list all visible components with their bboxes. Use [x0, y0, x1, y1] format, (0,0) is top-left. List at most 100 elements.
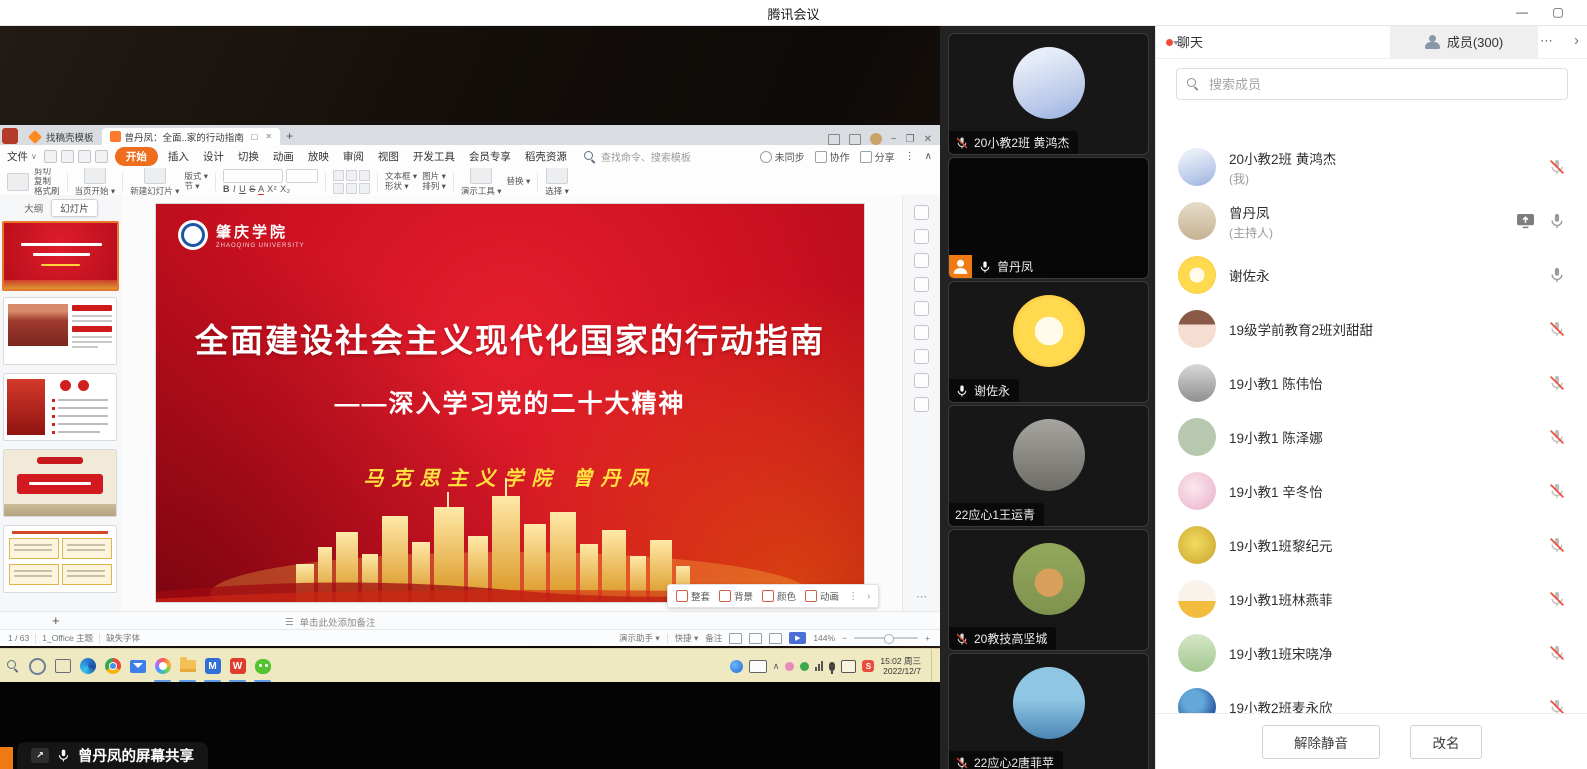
print-icon[interactable]	[61, 150, 74, 163]
present-assistant-button[interactable]: 演示助手 ▾	[619, 632, 660, 644]
panel-more-icon[interactable]: ⋯	[1540, 33, 1553, 49]
ribbon-tab-design[interactable]: 设计	[196, 147, 231, 166]
notes-placeholder[interactable]: ☰ 单击此处添加备注	[285, 615, 376, 629]
slide-thumb-1[interactable]	[2, 221, 119, 291]
mic-muted-icon[interactable]	[1548, 590, 1566, 608]
sidebar-tool-icon[interactable]	[914, 301, 929, 316]
tray-app-icon[interactable]	[800, 662, 809, 671]
member-search-box[interactable]	[1176, 68, 1568, 100]
mic-on-icon[interactable]	[1548, 212, 1566, 230]
taskbar-search-button[interactable]	[0, 649, 25, 683]
align-buttons[interactable]	[333, 170, 370, 194]
member-row[interactable]: 19小教1 辛冬怡	[1156, 464, 1587, 518]
tray-meeting-icon[interactable]	[730, 660, 743, 673]
tab-restore-icon[interactable]: ▢	[251, 132, 259, 141]
read-view-icon[interactable]	[769, 633, 782, 644]
search-input[interactable]	[1207, 76, 1557, 93]
select-button[interactable]: 选择 ▾	[545, 168, 569, 196]
mic-muted-icon[interactable]	[1548, 158, 1566, 176]
zoom-level[interactable]: 144%	[813, 633, 835, 643]
wechat-icon[interactable]	[250, 649, 275, 683]
font-format-buttons[interactable]: B I U S A X² X₂	[223, 184, 318, 194]
member-row[interactable]: 19小教1 陈伟怡	[1156, 356, 1587, 410]
pane-tab-outline[interactable]: 大纲	[24, 201, 43, 215]
mic-on-icon[interactable]	[1548, 266, 1566, 284]
screen-share-indicator[interactable]: ↗ 曾丹凤的屏幕共享	[17, 742, 208, 769]
cut-button[interactable]: 剪切	[34, 168, 60, 176]
quick-button[interactable]: 快捷 ▾	[675, 632, 699, 644]
account-avatar[interactable]	[870, 133, 882, 145]
wps-tab-document[interactable]: 曾丹凤：全面..家的行动指南 ▢ ✕	[102, 128, 281, 145]
ribbon-tab-docer[interactable]: 稻壳资源	[518, 147, 574, 166]
collapse-ribbon-icon[interactable]: ∧	[925, 151, 932, 162]
member-row[interactable]: 19级学前教育2班刘甜甜	[1156, 302, 1587, 356]
tray-app-icon[interactable]	[785, 662, 794, 671]
rename-button[interactable]: 改名	[1410, 725, 1482, 759]
member-row[interactable]: 19小教1班林燕菲	[1156, 572, 1587, 626]
animation-button[interactable]: 动画	[805, 589, 839, 603]
ribbon-tab-slideshow[interactable]: 放映	[301, 147, 336, 166]
cortana-button[interactable]	[25, 649, 50, 683]
sidebar-tool-icon[interactable]	[914, 373, 929, 388]
tray-ime-icon[interactable]	[749, 660, 767, 673]
screen-share-icon[interactable]	[1516, 213, 1535, 229]
tray-expand-icon[interactable]: ∧	[773, 661, 780, 672]
tray-panel-icon[interactable]	[841, 660, 856, 673]
video-tile[interactable]: 20教技高坚城	[948, 529, 1149, 651]
panel-collapse-icon[interactable]: ›	[1574, 32, 1579, 49]
paste-icon[interactable]	[7, 173, 29, 191]
ribbon-tab-insert[interactable]: 插入	[161, 147, 196, 166]
video-tile[interactable]: 22应心1王运青	[948, 405, 1149, 527]
docs-app-icon[interactable]: M	[200, 649, 225, 683]
collab-button[interactable]: 协作	[815, 149, 850, 164]
beautify-suite-button[interactable]: 整套	[676, 589, 710, 603]
mic-muted-icon[interactable]	[1548, 536, 1566, 554]
slide-thumb-5[interactable]	[3, 525, 117, 593]
toolbar-more-icon[interactable]: ⋮	[848, 591, 858, 602]
sidebar-tool-icon[interactable]	[914, 325, 929, 340]
ribbon-tab-review[interactable]: 审阅	[336, 147, 371, 166]
undo-icon[interactable]	[78, 150, 91, 163]
ribbon-tab-transition[interactable]: 切换	[231, 147, 266, 166]
replace-button[interactable]: 替换 ▾	[507, 177, 531, 186]
member-row[interactable]: 19小教1班黎纪元	[1156, 518, 1587, 572]
member-row[interactable]: 谢佐永	[1156, 248, 1587, 302]
video-tile[interactable]: 谢佐永	[948, 281, 1149, 403]
play-from-page-button[interactable]: 当页开始 ▾	[75, 168, 116, 196]
share-button[interactable]: 分享	[860, 149, 895, 164]
current-slide[interactable]: 肇庆学院 ZHAOQING UNIVERSITY 全面建设社会主义现代化国家的行…	[155, 203, 865, 603]
slide-thumb-2[interactable]	[3, 297, 117, 365]
shape-button[interactable]: 形状 ▾	[385, 182, 417, 191]
copy-button[interactable]: 复制	[34, 177, 60, 186]
sorter-view-icon[interactable]	[749, 633, 762, 644]
more-vertical-icon[interactable]: ⋮	[905, 151, 915, 162]
ribbon-tab-member[interactable]: 会员专享	[462, 147, 518, 166]
zoom-in-icon[interactable]: +	[925, 633, 930, 643]
present-tools-button[interactable]: 演示工具 ▾	[461, 168, 502, 196]
grid-icon[interactable]	[849, 134, 861, 145]
ribbon-tab-view[interactable]: 视图	[371, 147, 406, 166]
mic-muted-icon[interactable]	[1548, 320, 1566, 338]
arrange-button[interactable]: 排列 ▾	[422, 182, 446, 191]
browser-icon[interactable]	[150, 649, 175, 683]
sidebar-tool-icon[interactable]	[914, 229, 929, 244]
command-search[interactable]: 查找命令、搜索模板	[584, 149, 691, 164]
ribbon-tab-animation[interactable]: 动画	[266, 147, 301, 166]
video-tile[interactable]: 22应心2唐菲苹	[948, 653, 1149, 769]
file-menu[interactable]: 文件 ∨	[0, 149, 44, 164]
mic-muted-icon[interactable]	[1548, 644, 1566, 662]
member-row[interactable]: 曾丹凤 (主持人)	[1156, 194, 1587, 248]
sidebar-tool-icon[interactable]	[914, 397, 929, 412]
mail-icon[interactable]	[125, 649, 150, 683]
wps-tab-docer[interactable]: 找稿壳模板	[22, 128, 102, 145]
missing-font-warning[interactable]: 缺失字体	[106, 632, 140, 644]
wps-restore-icon[interactable]: ❐	[906, 134, 915, 145]
sidebar-more-icon[interactable]: ⋯	[916, 590, 927, 603]
color-button[interactable]: 颜色	[762, 589, 796, 603]
sidebar-tool-icon[interactable]	[914, 205, 929, 220]
redo-icon[interactable]	[95, 150, 108, 163]
tray-mic-icon[interactable]	[829, 662, 835, 671]
member-row[interactable]: 19小教1 陈泽娜	[1156, 410, 1587, 464]
mic-muted-icon[interactable]	[1548, 374, 1566, 392]
font-size-box[interactable]	[286, 169, 318, 183]
